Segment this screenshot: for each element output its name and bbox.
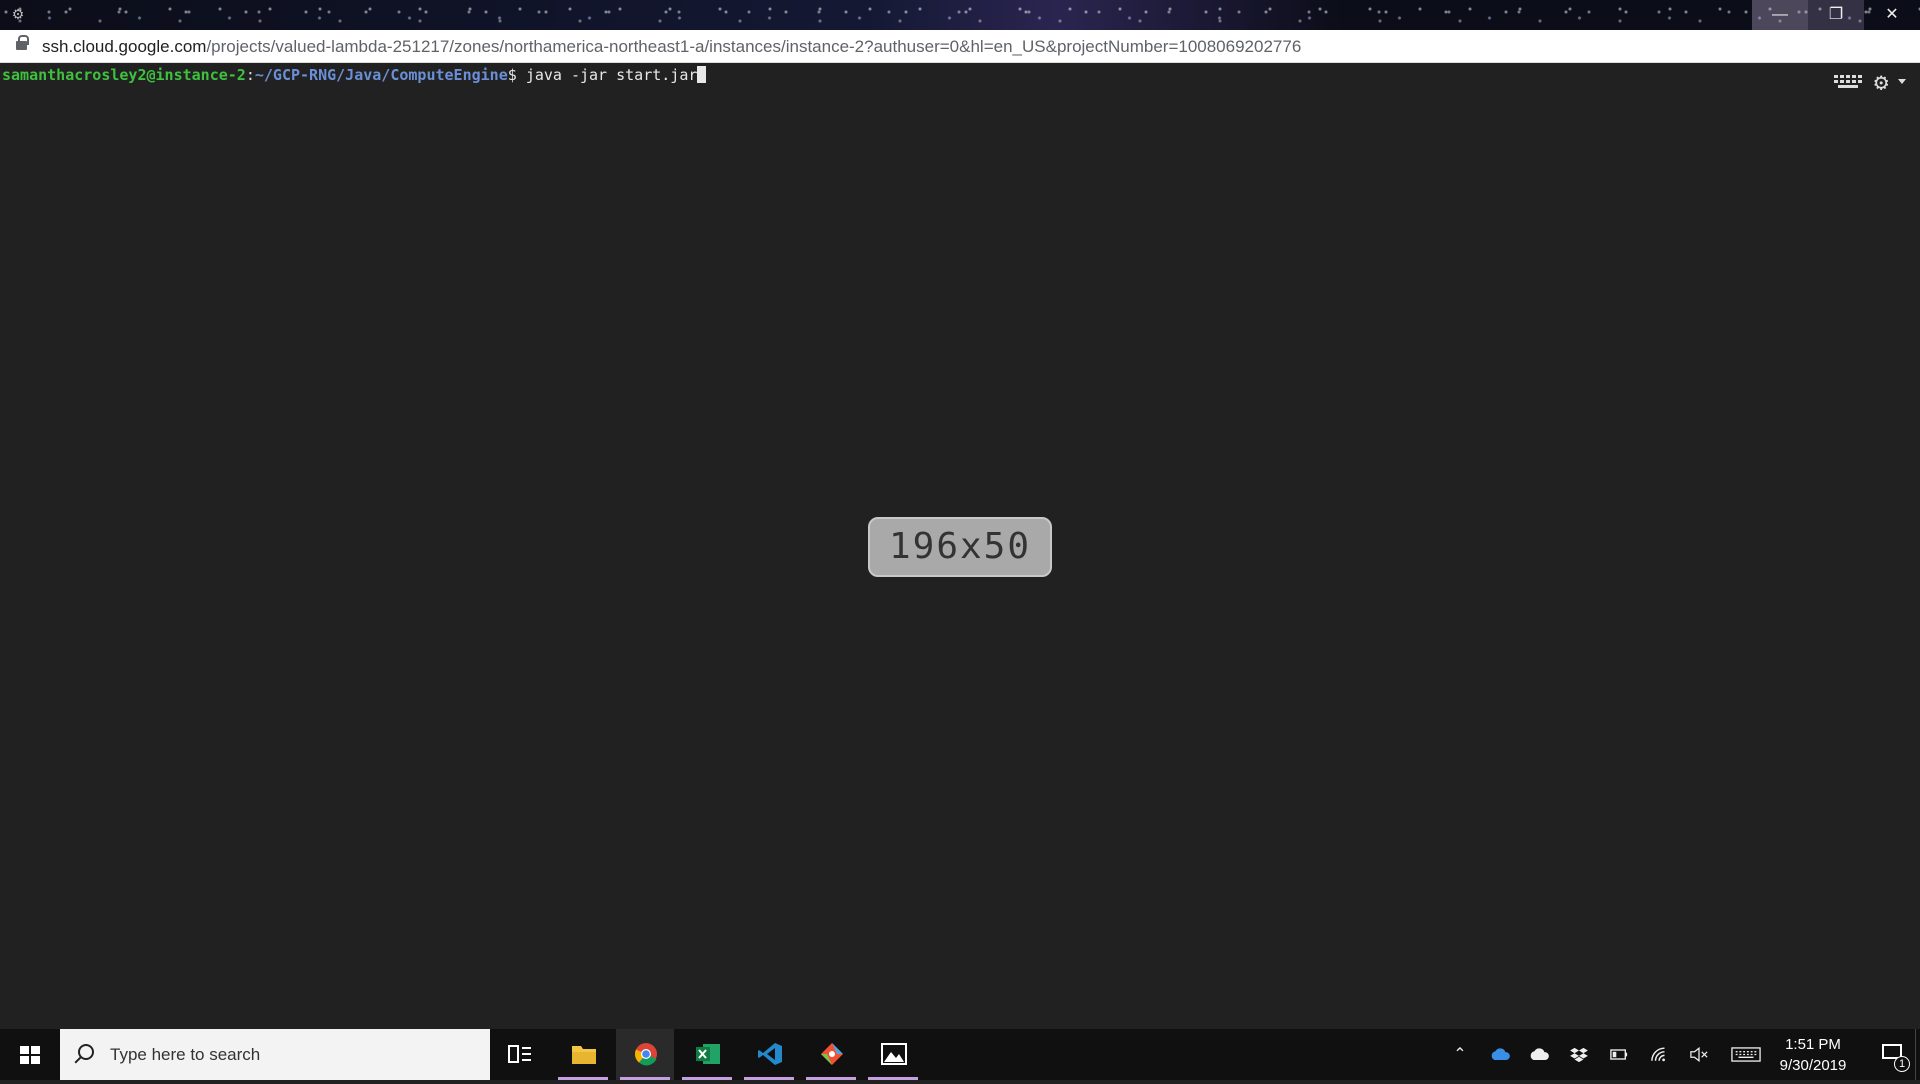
chevron-down-icon bbox=[1898, 79, 1906, 84]
terminal-prompt-line: samanthacrosley2@instance-2:~/GCP-RNG/Ja… bbox=[2, 65, 707, 85]
vscode-icon bbox=[758, 1043, 782, 1065]
taskbar-search-box[interactable]: Type here to search bbox=[60, 1029, 490, 1080]
taskbar-app-excel[interactable] bbox=[678, 1029, 736, 1080]
keyboard-icon[interactable] bbox=[1834, 73, 1862, 91]
notification-count-badge: 1 bbox=[1894, 1056, 1910, 1072]
maximize-button[interactable]: ❐ bbox=[1808, 0, 1864, 30]
volume-muted-icon[interactable] bbox=[1684, 1029, 1714, 1080]
dropbox-glyph-icon bbox=[1570, 1047, 1588, 1063]
search-placeholder: Type here to search bbox=[110, 1045, 261, 1064]
chrome-icon bbox=[635, 1043, 657, 1066]
cloud-icon bbox=[1491, 1048, 1510, 1060]
start-button[interactable] bbox=[0, 1029, 60, 1080]
windows-logo-icon bbox=[20, 1046, 40, 1064]
search-icon bbox=[78, 1044, 94, 1060]
taskbar-app-photos[interactable] bbox=[864, 1029, 922, 1080]
prompt-user-host: samanthacrosley2@instance-2 bbox=[2, 66, 246, 84]
show-hidden-icons-chevron-icon[interactable]: ⌃ bbox=[1446, 1029, 1474, 1080]
taskbar: Type here to search ⌃ 1:51 PM 9/30/2019 … bbox=[0, 1029, 1920, 1080]
close-button[interactable]: ✕ bbox=[1864, 0, 1920, 30]
battery-glyph-icon bbox=[1610, 1049, 1628, 1060]
battery-icon[interactable] bbox=[1604, 1029, 1634, 1080]
photos-icon bbox=[881, 1043, 907, 1065]
onedrive-white-icon[interactable] bbox=[1524, 1029, 1554, 1080]
action-center-button[interactable]: 1 bbox=[1880, 1042, 1910, 1072]
terminal-command: java -jar start.jar bbox=[525, 66, 698, 84]
clock-date: 9/30/2019 bbox=[1779, 1057, 1847, 1074]
taskbar-app-git[interactable] bbox=[802, 1029, 860, 1080]
touch-keyboard-icon[interactable] bbox=[1726, 1029, 1766, 1080]
dropbox-icon[interactable] bbox=[1564, 1029, 1594, 1080]
task-view-button[interactable] bbox=[490, 1029, 548, 1080]
excel-icon bbox=[696, 1044, 720, 1064]
folder-icon bbox=[572, 1046, 596, 1064]
terminal-cursor bbox=[697, 66, 707, 83]
wifi-glyph-icon bbox=[1651, 1047, 1665, 1062]
window-controls: — ❐ ✕ bbox=[1752, 0, 1920, 30]
prompt-path: ~/GCP-RNG/Java/ComputeEngine bbox=[254, 66, 508, 84]
url-path: /projects/valued-lambda-251217/zones/nor… bbox=[206, 37, 1302, 56]
keyboard-glyph-icon bbox=[1731, 1047, 1761, 1062]
clock-time: 1:51 PM bbox=[1785, 1036, 1841, 1053]
onedrive-blue-icon[interactable] bbox=[1485, 1029, 1515, 1080]
task-view-icon bbox=[508, 1045, 531, 1063]
prompt-separator: : bbox=[245, 66, 255, 84]
address-bar[interactable]: ssh.cloud.google.com/projects/valued-lam… bbox=[0, 30, 1920, 63]
taskbar-clock[interactable]: 1:51 PM 9/30/2019 bbox=[1768, 1034, 1858, 1076]
prompt-symbol: $ bbox=[507, 66, 526, 84]
lock-icon bbox=[16, 35, 29, 50]
taskbar-app-vscode[interactable] bbox=[740, 1029, 798, 1080]
cloud-shell-icon: ⚙ bbox=[11, 6, 25, 22]
terminal-size-overlay: 196x50 bbox=[868, 517, 1052, 577]
window-titlebar[interactable]: ⚙ — ❐ ✕ bbox=[0, 0, 1920, 30]
wifi-icon[interactable] bbox=[1645, 1029, 1675, 1080]
ssh-terminal[interactable]: samanthacrosley2@instance-2:~/GCP-RNG/Ja… bbox=[0, 63, 1920, 1029]
show-desktop-button[interactable] bbox=[1915, 1029, 1920, 1080]
taskbar-app-chrome[interactable] bbox=[616, 1029, 674, 1080]
url-host: ssh.cloud.google.com bbox=[42, 37, 207, 56]
minimize-button[interactable]: — bbox=[1752, 0, 1808, 30]
git-icon bbox=[821, 1043, 843, 1065]
cloud-icon bbox=[1530, 1048, 1549, 1060]
speaker-glyph-icon bbox=[1690, 1046, 1708, 1063]
settings-gear-icon[interactable]: ⚙ bbox=[1874, 70, 1906, 94]
taskbar-app-file-explorer[interactable] bbox=[554, 1029, 612, 1080]
